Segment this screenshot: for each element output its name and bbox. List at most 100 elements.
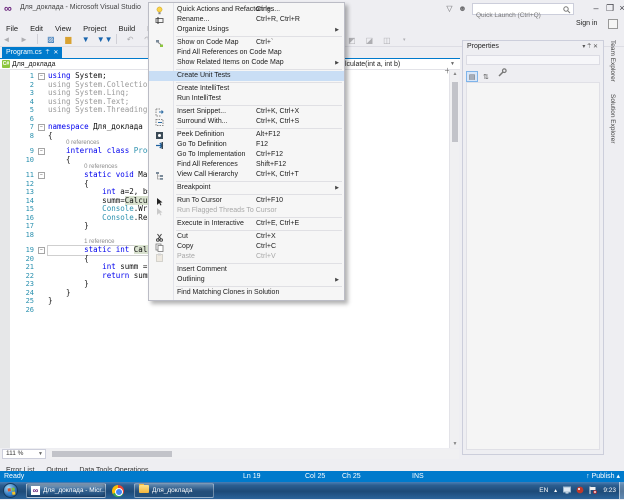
toolbar-overflow-icon[interactable]: ▾	[398, 34, 411, 47]
menu-item-find-all-references[interactable]: Find All ReferencesShift+F12	[149, 160, 344, 170]
menu-item-create-unit-tests[interactable]: Create Unit Tests	[149, 71, 344, 81]
menu-item-cut[interactable]: CutCtrl+X	[149, 232, 344, 242]
scrollbar-thumb[interactable]	[452, 82, 458, 142]
paste-icon	[155, 253, 164, 262]
menu-item-label: Go To Implementation	[177, 150, 245, 160]
save-all-icon[interactable]: ▼▼	[97, 33, 110, 46]
bookmark-prev-icon[interactable]: ◩	[345, 34, 358, 47]
show-desktop-button[interactable]	[619, 482, 624, 499]
bookmark-next-icon[interactable]: ◪	[363, 34, 376, 47]
menu-item-execute-in-interactive[interactable]: Execute in InteractiveCtrl+E, Ctrl+E	[149, 219, 344, 229]
menu-item-shortcut: F12	[256, 140, 268, 150]
save-icon[interactable]: ▼	[79, 33, 92, 46]
toolbar-options-icon[interactable]: ◫	[380, 34, 393, 47]
menu-item-insert-snippet[interactable]: Insert Snippet...Ctrl+K, Ctrl+X	[149, 107, 344, 117]
open-file-icon[interactable]: ▆	[62, 33, 75, 46]
menu-item-show-related-items-on-code-map[interactable]: Show Related Items on Code Map▶	[149, 58, 344, 68]
minimize-button[interactable]: –	[590, 2, 602, 14]
menu-item-copy[interactable]: CopyCtrl+C	[149, 242, 344, 252]
search-icon[interactable]	[563, 6, 571, 14]
new-project-icon[interactable]: ▨	[44, 33, 57, 46]
menu-item-breakpoint[interactable]: Breakpoint▶	[149, 183, 344, 193]
zoom-caret-icon[interactable]: ▼	[38, 450, 43, 458]
line-number: 20	[10, 255, 34, 264]
menu-item-view-call-hierarchy[interactable]: View Call HierarchyCtrl+K, Ctrl+T	[149, 170, 344, 180]
categorized-icon[interactable]: ▤	[466, 71, 478, 82]
fold-collapse-icon[interactable]: −	[38, 73, 45, 80]
menu-item-peek-definition[interactable]: Peek DefinitionAlt+F12	[149, 130, 344, 140]
menu-item-create-intellitest[interactable]: Create IntelliTest	[149, 84, 344, 94]
menu-separator	[176, 286, 342, 287]
undo-icon[interactable]: ↶	[124, 33, 137, 46]
taskbar-button-1[interactable]: ∞Для_доклада - Micr...	[26, 483, 106, 498]
right-tab-solution-explorer[interactable]: Solution Explorer	[606, 88, 619, 150]
properties-header[interactable]: Properties ▾⍑✕	[463, 41, 603, 53]
editor-vertical-scrollbar[interactable]: ▲ ▼	[449, 70, 459, 448]
right-tab-team-explorer[interactable]: Team Explorer	[606, 34, 619, 88]
pin-icon[interactable]: ⍑	[46, 47, 50, 59]
hscroll-thumb[interactable]	[52, 451, 172, 457]
menu-item-find-matching-clones-in-solution[interactable]: Find Matching Clones in Solution	[149, 288, 344, 298]
fold-collapse-icon[interactable]: −	[38, 247, 45, 254]
menu-item-run-to-cursor[interactable]: Run To CursorCtrl+F10	[149, 196, 344, 206]
code-line-26[interactable]: 26	[0, 306, 449, 315]
navigate-back-icon[interactable]: ◄	[0, 33, 13, 46]
line-number: 19	[10, 246, 34, 255]
property-pages-icon[interactable]	[498, 68, 510, 79]
scroll-up-icon[interactable]: ▲	[451, 71, 459, 77]
callhier-icon	[155, 171, 164, 180]
quick-launch-box[interactable]	[472, 3, 574, 15]
fold-collapse-icon[interactable]: −	[38, 148, 45, 155]
start-button[interactable]	[3, 483, 18, 498]
sign-in-link[interactable]: Sign in	[576, 20, 597, 27]
sign-in-avatar-icon[interactable]	[608, 19, 618, 29]
editor-zoom-control[interactable]: 111 % ▼	[2, 449, 46, 459]
menu-item-run-intellitest[interactable]: Run IntelliTest	[149, 94, 344, 104]
project-dropdown[interactable]: C# Для_доклада	[2, 60, 56, 68]
menu-item-go-to-definition[interactable]: Go To DefinitionF12	[149, 140, 344, 150]
menu-item-show-on-code-map[interactable]: Show on Code MapCtrl+`	[149, 38, 344, 48]
audio-tray-icon[interactable]	[576, 486, 584, 494]
status-ready: Ready	[4, 471, 24, 482]
editor-horizontal-scrollbar[interactable]	[50, 449, 459, 459]
publish-button[interactable]: ↑ Publish ▴	[586, 471, 620, 482]
panel-close-icon[interactable]: ✕	[593, 44, 600, 50]
zoom-level: 111 %	[6, 450, 23, 457]
navigate-forward-icon[interactable]: ►	[17, 33, 30, 46]
fold-collapse-icon[interactable]: −	[38, 172, 45, 179]
menu-item-quick-actions-and-refactorings[interactable]: Quick Actions and Refactorings...Ctrl+.	[149, 5, 344, 15]
status-character: Ch 25	[342, 471, 361, 482]
tab-program-cs[interactable]: Program.cs⍑✕	[2, 47, 62, 59]
taskbar-button-3[interactable]: Для_доклада	[134, 483, 214, 498]
scroll-down-icon[interactable]: ▼	[451, 441, 459, 447]
member-dropdown[interactable]: Calculate(int a, int b)	[336, 61, 400, 68]
menu-item-outlining[interactable]: Outlining▶	[149, 275, 344, 285]
feedback-icon[interactable]: ☻	[457, 4, 468, 14]
menu-separator	[176, 194, 342, 195]
menu-item-surround-with[interactable]: Surround With...Ctrl+K, Ctrl+S	[149, 117, 344, 127]
fold-collapse-icon[interactable]: −	[38, 124, 45, 131]
properties-object-dropdown[interactable]	[466, 55, 600, 65]
menu-separator	[176, 69, 342, 70]
menu-item-shortcut: Ctrl+`	[256, 38, 273, 48]
language-indicator[interactable]: EN	[539, 487, 548, 494]
chrome-taskbar-icon[interactable]	[112, 485, 124, 497]
menu-item-insert-comment[interactable]: Insert Comment	[149, 265, 344, 275]
menu-item-label: Insert Snippet...	[177, 107, 226, 117]
action-center-flag-icon[interactable]	[589, 486, 597, 494]
menu-separator	[176, 217, 342, 218]
tray-expand-icon[interactable]: ▲	[553, 488, 558, 494]
restore-button[interactable]: ❐	[604, 2, 616, 14]
menu-item-find-all-references-on-code-map[interactable]: Find All References on Code Map	[149, 48, 344, 58]
close-button[interactable]: ×	[616, 2, 624, 14]
properties-grid[interactable]	[466, 82, 600, 450]
line-number: 26	[10, 306, 34, 315]
menu-item-go-to-implementation[interactable]: Go To ImplementationCtrl+F12	[149, 150, 344, 160]
tab-close-icon[interactable]: ✕	[53, 47, 58, 59]
notifications-icon[interactable]: ▽	[444, 4, 455, 14]
window-title: Для_доклада - Microsoft Visual Studio	[20, 4, 141, 11]
menu-item-organize-usings[interactable]: Organize Usings▶	[149, 25, 344, 35]
display-tray-icon[interactable]	[563, 486, 571, 494]
clock[interactable]: 9:23	[603, 487, 616, 494]
menu-item-rename[interactable]: Rename...Ctrl+R, Ctrl+R	[149, 15, 344, 25]
